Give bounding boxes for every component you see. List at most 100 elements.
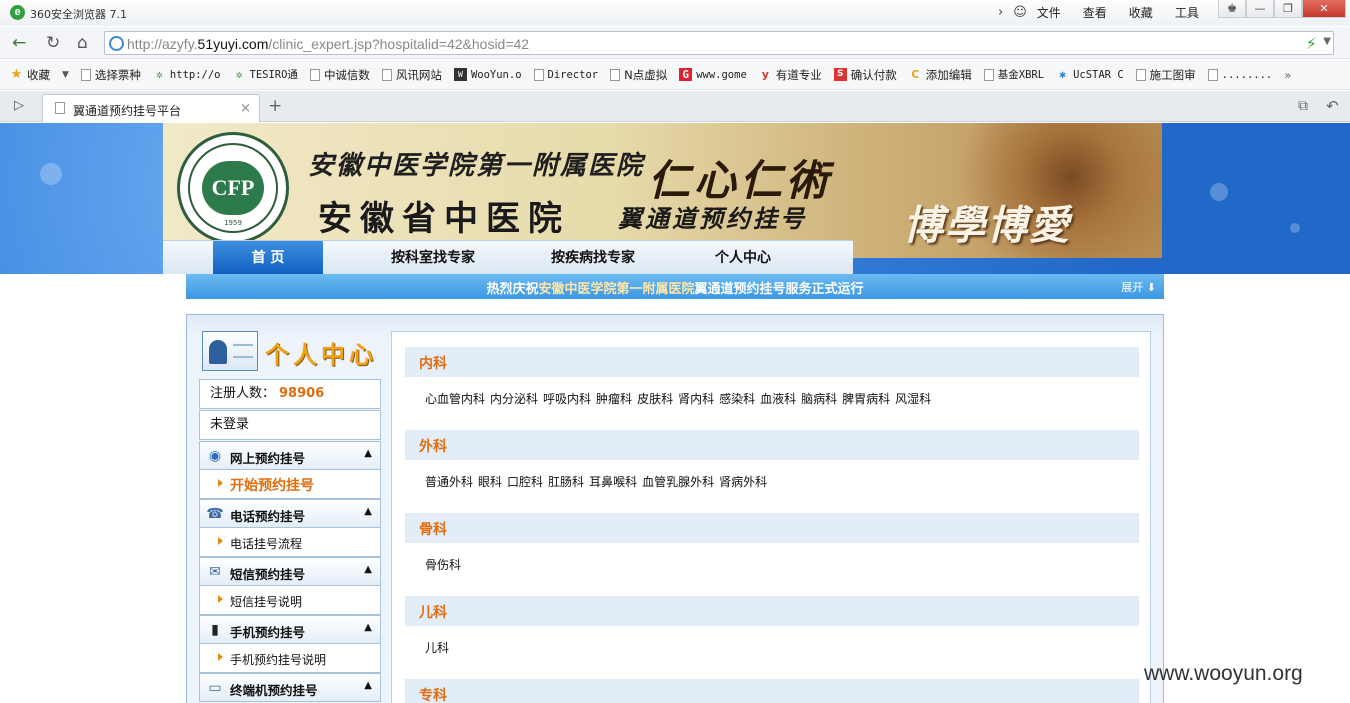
department-link[interactable]: 儿科 bbox=[425, 641, 449, 655]
lightning-icon[interactable]: ⚡ bbox=[1306, 34, 1317, 53]
close-window-icon[interactable]: ✕ bbox=[1302, 0, 1346, 18]
section-mobile-booking[interactable]: ▮ 手机预约挂号 ▲ bbox=[199, 615, 381, 644]
department-link[interactable]: 脾胃病科 bbox=[842, 392, 890, 406]
department-link[interactable]: 肾病外科 bbox=[719, 475, 767, 489]
collapse-icon[interactable]: ▲ bbox=[364, 564, 372, 575]
menu-view[interactable]: 查看 bbox=[1083, 4, 1107, 21]
bookmark-item[interactable]: N点虚拟 bbox=[610, 67, 667, 83]
link-phone-process[interactable]: 电话挂号流程 bbox=[199, 528, 381, 557]
bookmark-item[interactable]: ✱ UcSTAR C bbox=[1056, 68, 1123, 81]
decor-bubble bbox=[1290, 223, 1300, 233]
section-kiosk-booking[interactable]: ▭ 终端机预约挂号 ▲ bbox=[199, 673, 381, 702]
bookmark-item[interactable]: 中诚信数 bbox=[309, 67, 370, 83]
gear-icon: ✲ bbox=[235, 68, 243, 81]
department-link[interactable]: 眼科 bbox=[478, 475, 502, 489]
nav-by-disease[interactable]: 按疾病找专家 bbox=[533, 241, 653, 275]
chevron-down-icon[interactable]: ▼ bbox=[1323, 36, 1331, 47]
bookmark-item[interactable]: W WooYun.o bbox=[453, 68, 522, 81]
document-icon bbox=[309, 68, 320, 81]
decor-bubble bbox=[1210, 183, 1228, 201]
link-sms-guide[interactable]: 短信挂号说明 bbox=[199, 586, 381, 615]
nav-by-department[interactable]: 按科室找专家 bbox=[373, 241, 493, 275]
new-tab-icon[interactable]: + bbox=[268, 96, 282, 116]
department-link[interactable]: 风湿科 bbox=[895, 392, 931, 406]
bookmark-item[interactable]: S 确认付款 bbox=[833, 67, 897, 83]
section-online-booking[interactable]: ◉ 网上预约挂号 ▲ bbox=[199, 441, 381, 470]
arrow-right-icon bbox=[218, 479, 223, 487]
maximize-icon[interactable]: ❐ bbox=[1274, 0, 1302, 18]
window-controls: ♚ — ❐ ✕ bbox=[1218, 0, 1346, 18]
department-link[interactable]: 肾内科 bbox=[678, 392, 714, 406]
department-link[interactable]: 口腔科 bbox=[507, 475, 543, 489]
bookmark-item[interactable]: ✲ TESIRO通 bbox=[233, 67, 298, 82]
mobile-phone-icon: ▮ bbox=[211, 622, 219, 638]
main-nav: 首 页 按科室找专家 按疾病找专家 个人中心 bbox=[163, 240, 853, 275]
notice-bar: 热烈庆祝安徽中医学院第一附属医院翼通道预约挂号服务正式运行 展开 ⬇ bbox=[186, 274, 1164, 299]
department-link[interactable]: 感染科 bbox=[719, 392, 755, 406]
collapse-icon[interactable]: ▲ bbox=[364, 448, 372, 459]
department-link[interactable]: 皮肤科 bbox=[637, 392, 673, 406]
link-mobile-guide[interactable]: 手机预约挂号说明 bbox=[199, 644, 381, 673]
chevron-right-icon[interactable]: › bbox=[998, 5, 1003, 20]
collapse-icon[interactable]: ▲ bbox=[364, 622, 372, 633]
bookmark-item[interactable]: ✲ http://o bbox=[153, 68, 220, 81]
tab-active[interactable]: 翼通道预约挂号平台 × bbox=[42, 94, 260, 122]
department-heading: 儿科 bbox=[405, 596, 1139, 626]
bookmark-item[interactable]: 施工图审 bbox=[1135, 67, 1196, 83]
bookmark-item[interactable]: Director bbox=[533, 68, 598, 81]
arrow-down-icon: ⬇ bbox=[1146, 281, 1156, 294]
undo-close-icon[interactable]: ↶ bbox=[1326, 97, 1339, 115]
close-tab-icon[interactable]: × bbox=[240, 101, 251, 116]
document-icon bbox=[381, 68, 392, 81]
link-start-booking[interactable]: 开始预约挂号 bbox=[199, 470, 381, 499]
edit-icon: C bbox=[911, 68, 920, 81]
slogan-1: 仁心仁術 bbox=[648, 156, 833, 205]
department-link[interactable]: 呼吸内科 bbox=[543, 392, 591, 406]
bookmark-item[interactable]: 风讯网站 bbox=[381, 67, 442, 83]
menu-tools[interactable]: 工具 bbox=[1175, 4, 1199, 21]
department-link[interactable]: 血液科 bbox=[760, 392, 796, 406]
sidebar-toggle-icon[interactable]: ▷ bbox=[14, 98, 24, 113]
expand-button[interactable]: 展开 ⬇ bbox=[1121, 279, 1156, 295]
collapse-icon[interactable]: ▲ bbox=[364, 680, 372, 691]
bookmark-item[interactable]: Gwww.gome bbox=[679, 68, 747, 81]
shop-icon: S bbox=[833, 68, 847, 81]
minimize-icon[interactable]: — bbox=[1246, 0, 1274, 18]
more-bookmarks-icon[interactable]: » bbox=[1284, 68, 1291, 82]
back-icon[interactable]: ← bbox=[12, 33, 26, 53]
bookmark-item[interactable]: y 有道专业 bbox=[759, 67, 822, 83]
bookmark-item[interactable]: 基金XBRL bbox=[983, 67, 1044, 82]
department-link[interactable]: 骨伤科 bbox=[425, 558, 461, 572]
department-link[interactable]: 脑病科 bbox=[801, 392, 837, 406]
menu-file[interactable]: 文件 bbox=[1037, 4, 1061, 21]
tab-list-icon[interactable]: ⧉ bbox=[1298, 98, 1308, 114]
department-link[interactable]: 耳鼻喉科 bbox=[589, 475, 637, 489]
skin-icon[interactable]: ♚ bbox=[1218, 0, 1246, 18]
refresh-icon[interactable]: ↻ bbox=[46, 33, 60, 53]
arrow-right-icon bbox=[218, 537, 223, 545]
bookmark-item[interactable]: 选择票种 bbox=[80, 67, 141, 83]
section-phone-booking[interactable]: ☎ 电话预约挂号 ▲ bbox=[199, 499, 381, 528]
home-icon[interactable]: ⌂ bbox=[77, 33, 88, 53]
address-bar[interactable]: http://azyfy.51yuyi.com/clinic_expert.js… bbox=[104, 31, 1334, 55]
document-icon bbox=[55, 102, 65, 114]
bookmark-item[interactable]: C 添加编辑 bbox=[909, 67, 972, 83]
department-link[interactable]: 肿瘤科 bbox=[596, 392, 632, 406]
user-icon[interactable]: ☺ bbox=[1013, 5, 1027, 20]
nav-personal-center[interactable]: 个人中心 bbox=[683, 241, 803, 275]
bookmark-item[interactable]: ........ bbox=[1207, 68, 1272, 81]
department-link[interactable]: 肛肠科 bbox=[548, 475, 584, 489]
login-status[interactable]: 未登录 bbox=[199, 410, 381, 440]
hospital-name-line2: 安徽省中医院 bbox=[318, 199, 570, 239]
collapse-icon[interactable]: ▲ bbox=[364, 506, 372, 517]
chevron-down-icon[interactable]: ▼ bbox=[62, 70, 69, 80]
department-link[interactable]: 心血管内科 bbox=[425, 392, 485, 406]
department-link[interactable]: 血管乳腺外科 bbox=[642, 475, 714, 489]
bookmark-favorites[interactable]: ★ 收藏 ▼ bbox=[10, 67, 69, 83]
nav-home[interactable]: 首 页 bbox=[213, 241, 323, 275]
department-link[interactable]: 普通外科 bbox=[425, 475, 473, 489]
department-link[interactable]: 内分泌科 bbox=[490, 392, 538, 406]
menu-favorites[interactable]: 收藏 bbox=[1129, 4, 1153, 21]
globe-icon: ◉ bbox=[208, 448, 222, 464]
section-sms-booking[interactable]: ✉ 短信预约挂号 ▲ bbox=[199, 557, 381, 586]
